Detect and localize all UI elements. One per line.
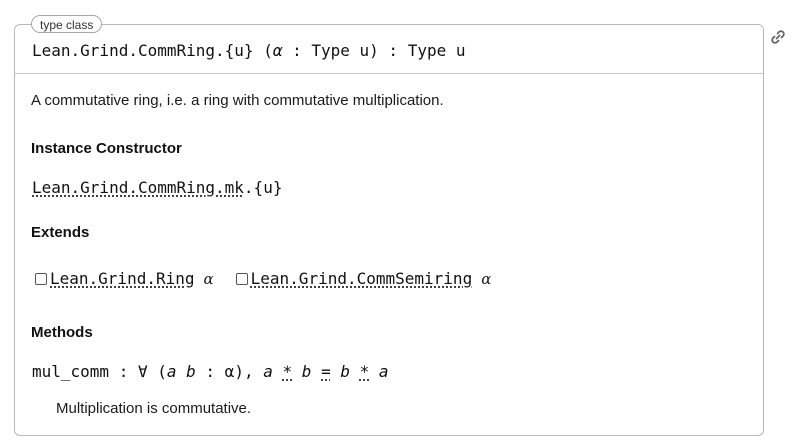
signature-divider (15, 73, 763, 74)
kind-badge: type class (31, 15, 103, 33)
extends-item: Lean.Grind.CommSemiring α (235, 269, 492, 288)
constructor-link[interactable]: Lean.Grind.CommRing.mk (32, 178, 244, 197)
lhs-b: b (301, 362, 312, 381)
extends-checkbox[interactable] (235, 272, 248, 285)
instance-constructor: Lean.Grind.CommRing.mk.{u} (32, 178, 282, 197)
extends-heading: Extends (31, 224, 90, 241)
link-icon[interactable] (769, 28, 787, 46)
binder-b: b (186, 362, 196, 381)
signature-param-type: : Type u) (282, 41, 379, 60)
extends-link[interactable]: Lean.Grind.Ring (50, 269, 195, 288)
lhs-a: a (263, 362, 273, 381)
extends-list: Lean.Grind.Ring α Lean.Grind.CommSemirin… (35, 269, 513, 288)
extends-arg: α (481, 269, 492, 288)
mul-operator-link[interactable]: * (360, 362, 370, 381)
extends-arg: α (203, 269, 214, 288)
rhs-a: a (378, 362, 389, 381)
binder-type: : α), (195, 362, 264, 381)
signature-open-paren: ( (253, 41, 273, 60)
method-name: mul_comm (32, 362, 110, 381)
eq-operator-link[interactable]: = (321, 362, 331, 381)
extends-link[interactable]: Lean.Grind.CommSemiring (251, 269, 473, 288)
method-colon: : ∀ ( (109, 362, 167, 381)
declaration-name: Lean.Grind.CommRing.{u} (32, 41, 254, 60)
mul-operator-link[interactable]: * (283, 362, 293, 381)
rhs-b: b (340, 362, 350, 381)
method-docstring: Multiplication is commutative. (56, 400, 252, 417)
extends-checkbox[interactable] (35, 272, 47, 285)
instance-constructor-heading: Instance Constructor (31, 140, 182, 157)
signature-result-type: : Type u (378, 41, 466, 60)
method-signature: mul_comm : ∀ (a b : α), a * b = b * a (32, 362, 389, 381)
binder-a: a (166, 362, 177, 381)
docstring: A commutative ring, i.e. a ring with com… (31, 92, 444, 109)
methods-heading: Methods (31, 324, 93, 341)
constructor-universe: .{u} (243, 178, 283, 197)
extends-item: Lean.Grind.Ring α (35, 269, 214, 288)
declaration-signature: Lean.Grind.CommRing.{u} (α : Type u) : T… (32, 41, 466, 60)
